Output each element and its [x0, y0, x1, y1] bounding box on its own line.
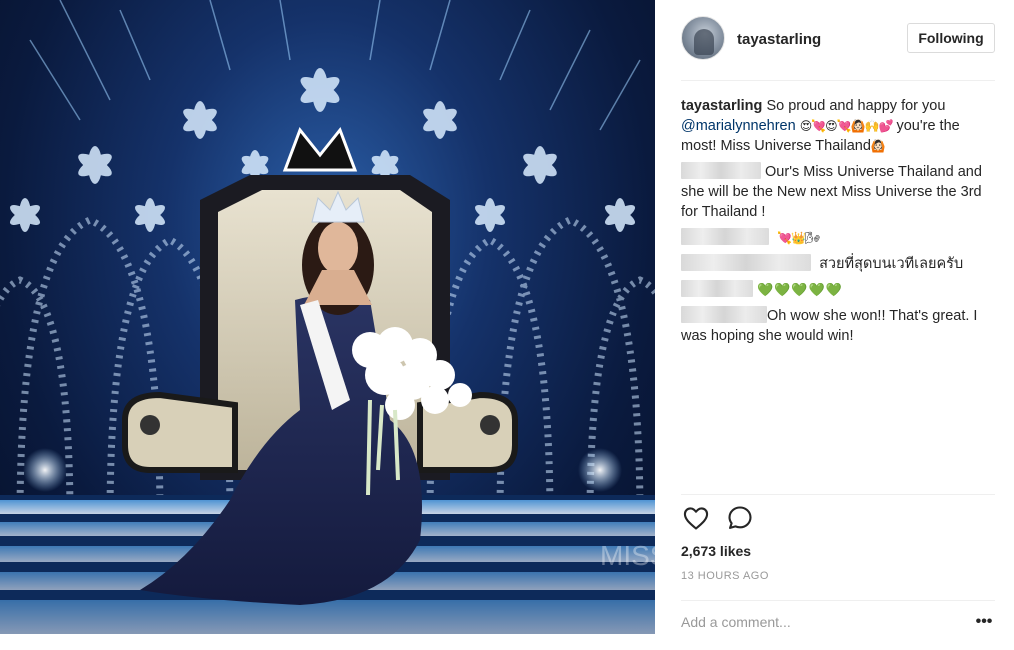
comment-emojis: 💘👑🌬 — [777, 231, 820, 245]
divider — [681, 80, 995, 81]
blurred-username[interactable] — [681, 280, 753, 298]
avatar[interactable] — [681, 16, 725, 60]
comment-emojis: 💚💚💚💚💚 — [757, 282, 843, 297]
post-timestamp[interactable]: 13 HOURS AGO — [681, 570, 769, 582]
caption-emojis: 😍💘😍💘🙆🏻🙌💕 — [799, 119, 894, 133]
caption-mention[interactable]: @marialynnehren — [681, 118, 796, 134]
post-photo[interactable]: MISS — [0, 0, 655, 634]
post-side-panel: tayastarling Following tayastarling So p… — [655, 0, 1014, 650]
divider — [681, 600, 995, 601]
following-button[interactable]: Following — [907, 23, 995, 53]
post-author-username[interactable]: tayastarling — [737, 31, 821, 48]
comment-item: 💘👑🌬 — [681, 228, 993, 248]
comment-item: Our's Miss Universe Thailand and she wil… — [681, 162, 993, 222]
comments-list: tayastarling So proud and happy for you … — [681, 96, 993, 352]
post-header: tayastarling Following — [681, 16, 995, 64]
comment-item: สวยที่สุดบนเวทีเลยครับ — [681, 254, 993, 274]
caption-emojis-2: 🙆🏻 — [870, 139, 886, 153]
more-options-icon[interactable]: ••• — [973, 612, 995, 632]
comment-button[interactable] — [725, 504, 755, 534]
add-comment-input[interactable] — [681, 612, 951, 632]
comment-icon — [728, 506, 752, 529]
comment-text: สวยที่สุดบนเวทีเลยครับ — [819, 256, 964, 272]
photo-watermark: MISS — [600, 540, 655, 571]
likes-count[interactable]: 2,673 likes — [681, 543, 751, 559]
blurred-username[interactable] — [681, 162, 761, 180]
caption-username[interactable]: tayastarling — [681, 98, 762, 114]
caption-text: So proud and happy for you — [766, 98, 946, 114]
photo-artwork: MISS — [0, 0, 655, 634]
blurred-username[interactable] — [681, 254, 811, 272]
divider — [681, 494, 995, 495]
blurred-username[interactable] — [681, 228, 769, 246]
comment-item: Oh wow she won!! That's great. I was hop… — [681, 306, 993, 346]
like-button[interactable] — [681, 504, 711, 534]
blurred-username[interactable] — [681, 306, 767, 324]
heart-icon — [683, 507, 709, 530]
comment-item: 💚💚💚💚💚 — [681, 280, 993, 300]
caption: tayastarling So proud and happy for you … — [681, 96, 993, 156]
